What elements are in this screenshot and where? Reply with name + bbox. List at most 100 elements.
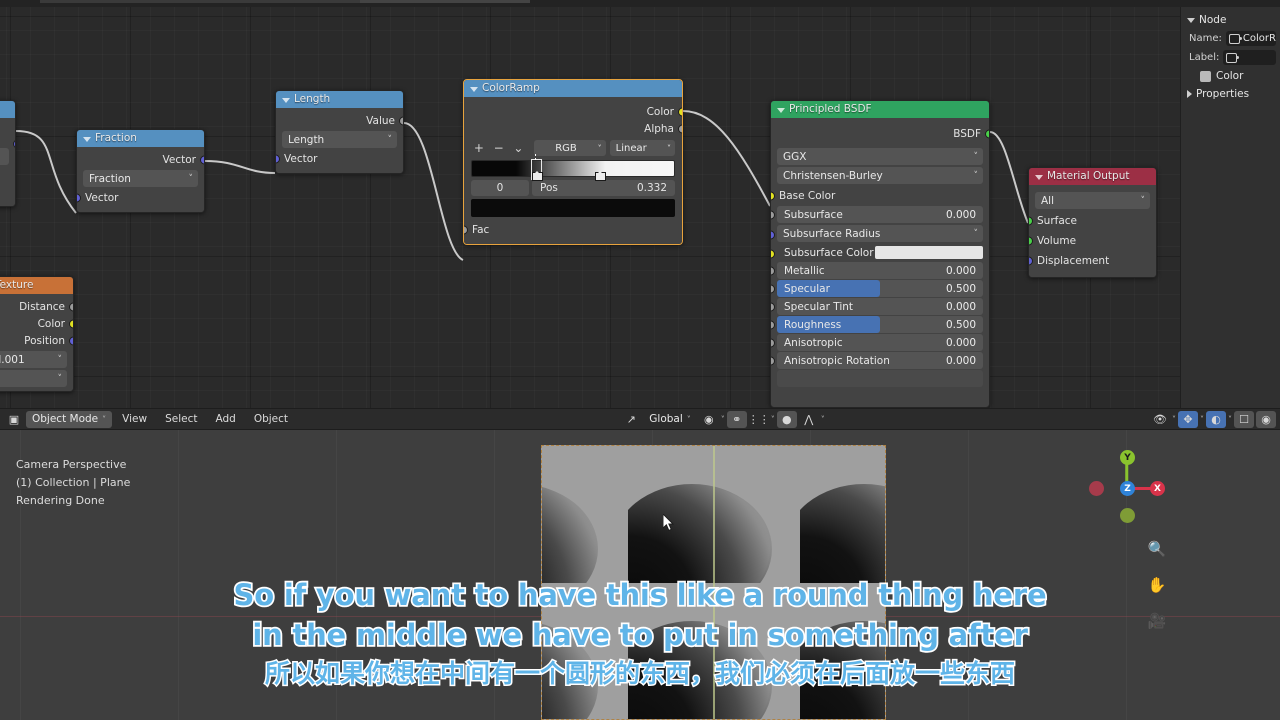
collapse-triangle-icon[interactable]: [777, 107, 785, 113]
node-header-fraction[interactable]: Fraction: [77, 130, 204, 147]
node-length[interactable]: Length Value Length ˅ Vector: [275, 90, 404, 174]
length-operation-dropdown[interactable]: Length ˅: [282, 131, 397, 148]
node-label-row[interactable]: Label:: [1181, 48, 1280, 67]
node-output-alpha[interactable]: Alpha: [464, 120, 682, 137]
chevron-down-icon[interactable]: ˅: [821, 415, 825, 424]
node-input-base-color[interactable]: Base Color: [771, 186, 989, 205]
socket-distance[interactable]: [69, 302, 73, 311]
color-checkbox[interactable]: [1200, 70, 1211, 82]
node-colorramp[interactable]: ColorRamp Color Alpha + − ⌄ RGB ˅ Linear…: [463, 79, 683, 245]
node-name-input[interactable]: ColorR: [1225, 31, 1276, 46]
socket-value-out[interactable]: [399, 116, 403, 125]
node-output-bsdf[interactable]: BSDF: [771, 125, 989, 142]
node-input-volume[interactable]: Volume: [1029, 231, 1156, 251]
gizmo-axis-z[interactable]: Z: [1120, 481, 1135, 496]
socket-anisotropic-rotation[interactable]: [771, 356, 775, 366]
node-header-texture[interactable]: Texture: [0, 277, 73, 294]
snap-increment-icon[interactable]: ⋮⋮: [748, 411, 770, 428]
node-input-subsurface[interactable]: Subsurface 0.000: [771, 206, 989, 223]
socket-out[interactable]: [13, 139, 15, 149]
socket-roughness[interactable]: [771, 320, 775, 330]
node-output-position[interactable]: Position: [0, 332, 73, 349]
sidebar-section-node[interactable]: Node: [1181, 11, 1280, 29]
chevron-down-icon[interactable]: ˅: [771, 415, 775, 424]
node-input-specular-tint[interactable]: Specular Tint 0.000: [771, 298, 989, 315]
menu-view[interactable]: View: [114, 413, 155, 425]
node-input-displacement[interactable]: Displacement: [1029, 251, 1156, 271]
node-input-subsurface-color[interactable]: Subsurface Color: [771, 244, 989, 261]
socket-fac-in[interactable]: [464, 225, 468, 234]
texture-second-dropdown[interactable]: ˅: [0, 370, 67, 387]
socket-color[interactable]: [69, 319, 73, 328]
collapse-triangle-icon[interactable]: [470, 86, 478, 92]
node-output-vector[interactable]: Vector: [77, 151, 204, 168]
texture-datablock-dropdown[interactable]: ial.001 ˅: [0, 351, 67, 368]
gizmo-axis-x[interactable]: X: [1150, 481, 1165, 496]
orientation-dropdown[interactable]: Global ˅: [643, 411, 697, 428]
socket-color-out[interactable]: [678, 107, 682, 116]
node-output-distance[interactable]: Distance: [0, 298, 73, 315]
stop-index-field[interactable]: 0: [471, 180, 529, 196]
node-header-principled[interactable]: Principled BSDF: [771, 101, 989, 118]
collapse-triangle-icon[interactable]: [1035, 174, 1043, 180]
chevron-down-icon[interactable]: ˅: [1172, 415, 1176, 424]
node-output-color[interactable]: Color: [0, 315, 73, 332]
node-fraction[interactable]: Fraction Vector Fraction ˅ Vector: [76, 129, 205, 213]
add-stop-button[interactable]: +: [471, 141, 487, 155]
node-texture[interactable]: Texture Distance Color Position ial.001: [0, 276, 74, 392]
node-input-subsurface-radius[interactable]: Subsurface Radius ˅: [771, 225, 989, 242]
viewport-header[interactable]: ▣ Object Mode ˅ View Select Add Object ↗…: [0, 408, 1280, 430]
visibility-icon[interactable]: 👁: [1150, 411, 1170, 428]
stop-position-field[interactable]: Pos 0.332: [532, 180, 675, 196]
chevron-down-icon[interactable]: ˅: [721, 415, 725, 424]
menu-select[interactable]: Select: [157, 413, 205, 425]
node-principled-bsdf[interactable]: Principled BSDF BSDF GGX ˅ Christensen-B…: [770, 100, 990, 408]
transform-orientation-icon[interactable]: ↗: [621, 411, 641, 428]
socket-vector-in[interactable]: [276, 154, 280, 163]
colorramp-menu-button[interactable]: ⌄: [511, 141, 527, 155]
node-header-length[interactable]: Length: [276, 91, 403, 108]
socket-displacement[interactable]: [1029, 256, 1033, 266]
metallic-slider[interactable]: Metallic 0.000: [777, 262, 983, 279]
sidebar-color-toggle[interactable]: Color: [1181, 67, 1280, 85]
node-input-next-cropped[interactable]: [777, 370, 983, 387]
socket-anisotropic[interactable]: [771, 338, 775, 348]
specular-tint-slider[interactable]: Specular Tint 0.000: [777, 298, 983, 315]
subsurface-color-swatch[interactable]: [875, 246, 983, 259]
sidebar-section-properties[interactable]: Properties: [1181, 85, 1280, 103]
magnet-icon[interactable]: ⚭: [726, 410, 747, 428]
node-input-metallic[interactable]: Metallic 0.000: [771, 262, 989, 279]
node-input-anisotropic-rotation[interactable]: Anisotropic Rotation 0.000: [771, 352, 989, 369]
anisotropic-slider[interactable]: Anisotropic 0.000: [777, 334, 983, 351]
socket-base-color[interactable]: [771, 191, 775, 200]
chevron-down-icon[interactable]: ˅: [1228, 415, 1232, 424]
socket-subsurface-color[interactable]: [771, 249, 775, 259]
collapse-triangle-icon[interactable]: [282, 97, 290, 103]
color-mode-dropdown[interactable]: RGB ˅: [534, 140, 606, 156]
node-input-vector[interactable]: Vector: [276, 150, 403, 167]
gizmo-axis-neg-y[interactable]: [1120, 508, 1135, 523]
node-header-colorramp[interactable]: ColorRamp: [464, 80, 682, 97]
socket-vector-out[interactable]: [200, 155, 204, 164]
collapse-triangle-icon[interactable]: [83, 136, 91, 142]
colorramp-stop-0[interactable]: [531, 154, 543, 181]
colorramp-color-preview[interactable]: [471, 199, 675, 217]
subsurface-radius-dropdown[interactable]: Subsurface Radius ˅: [777, 225, 983, 242]
colorramp-stop-1[interactable]: [595, 160, 606, 181]
pivot-icon[interactable]: ◉: [699, 411, 719, 428]
editor-type-icon[interactable]: ▣: [4, 411, 24, 428]
stop-handle[interactable]: [532, 170, 543, 181]
socket-volume[interactable]: [1029, 236, 1033, 246]
node-sidebar-panel[interactable]: Node Name: ColorR Label: Color Propertie…: [1180, 7, 1280, 408]
socket-surface[interactable]: [1029, 216, 1033, 226]
socket-bsdf-out[interactable]: [985, 129, 989, 138]
stop-handle[interactable]: [595, 170, 606, 181]
subsurface-slider[interactable]: Subsurface 0.000: [777, 206, 983, 223]
colorramp-toolbar[interactable]: + − ⌄ RGB ˅ Linear ˅: [464, 137, 682, 158]
fraction-operation-dropdown[interactable]: Fraction ˅: [83, 170, 198, 187]
gizmo-icon[interactable]: ✥: [1178, 410, 1198, 428]
socket-subsurface-radius[interactable]: [771, 230, 775, 240]
menu-object[interactable]: Object: [246, 413, 296, 425]
mode-dropdown[interactable]: Object Mode ˅: [26, 410, 113, 428]
socket-position[interactable]: [69, 336, 73, 345]
